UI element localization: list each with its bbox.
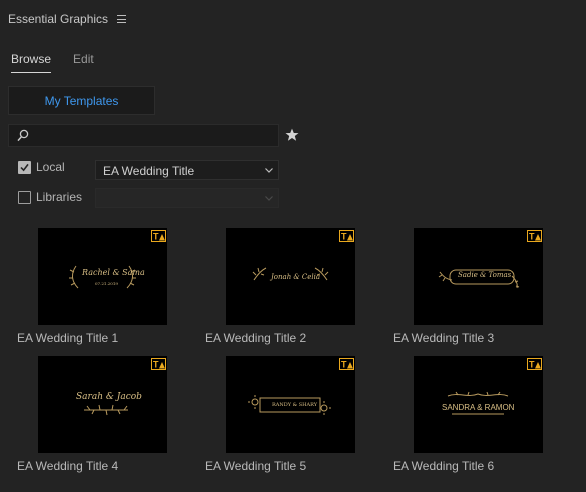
local-template-select[interactable]: EA Wedding Title	[95, 160, 279, 180]
thumbnail-date: 07.21.2019	[95, 281, 118, 286]
panel-title: Essential Graphics	[8, 12, 109, 26]
leaf-branch-graphic	[84, 404, 128, 416]
template-name: EA Wedding Title 4	[17, 459, 119, 473]
favorites-star-icon[interactable]	[285, 128, 299, 142]
text-template-badge-icon: T	[339, 358, 354, 370]
text-template-badge-icon: T	[339, 230, 354, 242]
template-tile[interactable]: Sarah & Jacob T EA Wedding Title 4	[17, 356, 177, 473]
essential-graphics-panel: Essential Graphics Browse Edit My Templa…	[0, 0, 586, 492]
template-tile[interactable]: RANDY & SHARY T EA Wedding Title 5	[205, 356, 365, 473]
svg-text:T: T	[341, 360, 347, 370]
template-thumbnail: Sarah & Jacob	[38, 356, 167, 453]
panel-menu-icon[interactable]	[117, 15, 127, 23]
panel-tabs: Browse Edit	[11, 52, 116, 73]
thumbnail-names: RANDY & SHARY	[272, 402, 317, 408]
template-name: EA Wedding Title 2	[205, 331, 307, 345]
thumbnail-names: Jonah & Celia	[271, 273, 321, 281]
search-box[interactable]	[8, 124, 279, 147]
template-thumbnail: Rachel & Sama 07.21.2019	[38, 228, 167, 325]
template-name: EA Wedding Title 1	[17, 331, 119, 345]
template-name: EA Wedding Title 5	[205, 459, 307, 473]
template-thumbnail: Jonah & Celia	[226, 228, 355, 325]
libraries-select[interactable]	[95, 188, 279, 208]
svg-text:T: T	[153, 232, 159, 242]
template-tile[interactable]: Rachel & Sama 07.21.2019 T EA Wedding Ti…	[17, 228, 177, 345]
template-tile[interactable]: Jonah & Celia T EA Wedding Title 2	[205, 228, 365, 345]
text-template-badge-icon: T	[151, 358, 166, 370]
chevron-down-icon	[265, 168, 273, 173]
thumbnail-names: Sarah & Jacob	[76, 392, 142, 402]
template-thumbnail: RANDY & SHARY	[226, 356, 355, 453]
svg-text:T: T	[529, 232, 535, 242]
text-template-badge-icon: T	[527, 230, 542, 242]
search-icon	[17, 129, 29, 142]
checkmark-icon	[20, 163, 29, 171]
thumbnail-names: Sadie & Tomas	[458, 271, 512, 279]
template-tile[interactable]: SANDRA & RAMON T EA Wedding Title 6	[393, 356, 553, 473]
template-name: EA Wedding Title 6	[393, 459, 495, 473]
tab-edit[interactable]: Edit	[73, 52, 94, 73]
chevron-down-icon	[265, 196, 273, 201]
search-input[interactable]	[35, 127, 277, 146]
svg-text:T: T	[529, 360, 535, 370]
libraries-checkbox[interactable]	[18, 190, 31, 204]
local-checkbox[interactable]	[18, 160, 31, 174]
local-select-value: EA Wedding Title	[103, 164, 195, 178]
local-label: Local	[36, 160, 65, 174]
template-name: EA Wedding Title 3	[393, 331, 495, 345]
my-templates-button[interactable]: My Templates	[8, 86, 155, 115]
template-tile[interactable]: Sadie & Tomas T EA Wedding Title 3	[393, 228, 553, 345]
libraries-label: Libraries	[36, 190, 83, 204]
template-thumbnail: SANDRA & RAMON	[414, 356, 543, 453]
panel-header: Essential Graphics	[8, 11, 127, 27]
svg-text:T: T	[153, 360, 159, 370]
thumbnail-names: Rachel & Sama	[82, 268, 145, 277]
libraries-filter-row: Libraries	[18, 190, 82, 204]
tab-browse[interactable]: Browse	[11, 52, 52, 73]
text-template-badge-icon: T	[151, 230, 166, 242]
thumbnail-names: SANDRA & RAMON	[442, 403, 515, 412]
svg-text:T: T	[341, 232, 347, 242]
template-thumbnail: Sadie & Tomas	[414, 228, 543, 325]
local-filter-row: Local	[18, 160, 65, 174]
text-template-badge-icon: T	[527, 358, 542, 370]
